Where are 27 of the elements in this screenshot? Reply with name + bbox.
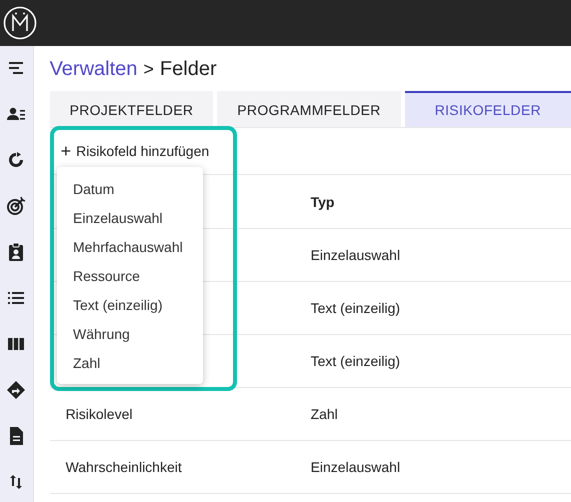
table-cell-text: Text (einzeilig) — [310, 300, 402, 316]
menu-item[interactable]: Datum — [57, 174, 203, 203]
tab[interactable]: RISIKOFELDER — [404, 91, 571, 127]
table-cell-text: Einzelauswahl — [310, 459, 402, 475]
table-cell-text: Zahl — [310, 406, 339, 422]
breadcrumb-separator: > — [143, 58, 154, 80]
menu-item[interactable]: Mehrfachauswahl — [57, 232, 203, 261]
menu-item[interactable]: Währung — [57, 319, 203, 348]
breadcrumb-link[interactable]: Verwalten — [50, 58, 138, 80]
page-title: Felder — [160, 58, 217, 80]
menu-item[interactable]: Zahl — [57, 348, 203, 377]
tab[interactable]: PROGRAMMFELDER — [217, 91, 401, 127]
table-cell-text: Wahrscheinlichkeit — [64, 459, 183, 475]
tab[interactable]: PROJEKTFELDER — [50, 91, 214, 127]
table-cell-text: Text (einzeilig) — [310, 353, 402, 369]
diamond-arrow-icon[interactable] — [6, 380, 26, 400]
table-cell-text: Risikolevel — [64, 406, 134, 422]
add-field-label: Risikofeld hinzufügen — [76, 143, 210, 159]
table-cell-text: Einzelauswahl — [310, 247, 402, 263]
menu-item[interactable]: Text (einzeilig) — [57, 290, 203, 319]
menu-item[interactable]: Ressource — [57, 261, 203, 290]
add-field-button[interactable]: + Risikofeld hinzufügen — [50, 128, 210, 174]
target-icon[interactable] — [6, 196, 26, 216]
menu-item[interactable]: Einzelauswahl — [57, 203, 203, 232]
logo-icon — [3, 6, 37, 40]
plus-icon: + — [60, 142, 72, 160]
column-header: Typ — [310, 194, 336, 210]
